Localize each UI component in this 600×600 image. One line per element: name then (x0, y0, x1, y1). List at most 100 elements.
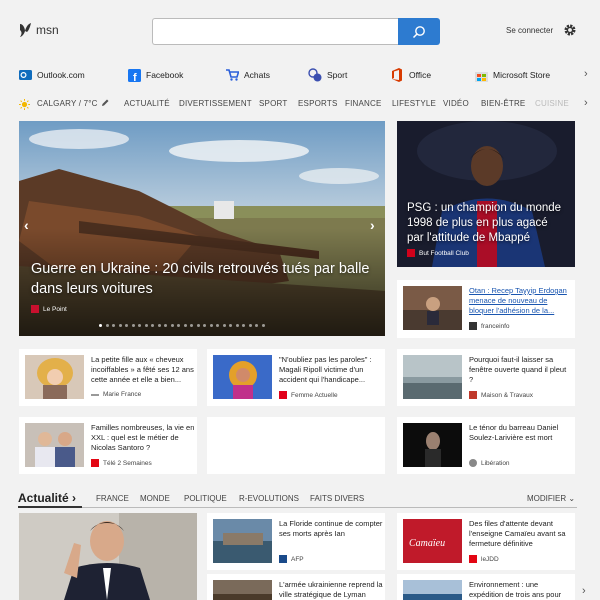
signin-link[interactable]: Se connecter (506, 26, 553, 35)
news-card[interactable]: Le ténor du barreau Daniel Soulez-Larivi… (397, 417, 575, 474)
quicklink-office[interactable]: Office (390, 68, 431, 82)
nav-chevron-right-icon[interactable]: › (584, 97, 588, 109)
nav-item-video[interactable]: VIDÉO (443, 99, 469, 108)
carousel-dot[interactable] (138, 324, 141, 327)
carousel-dot[interactable] (209, 324, 213, 327)
news-card[interactable]: L'armée ukrainienne reprend la ville str… (207, 574, 385, 600)
search-input[interactable] (152, 18, 398, 45)
carousel-dot[interactable] (255, 324, 258, 327)
news-card[interactable]: La petite fille aux « cheveux incoiffabl… (19, 349, 197, 406)
psg-headline[interactable]: PSG : un champion du monde 1998 de plus … (407, 201, 567, 246)
carousel-next-button[interactable]: › (370, 217, 375, 233)
news-card[interactable]: "N'oubliez pas les paroles" : Magali Rip… (207, 349, 385, 406)
news-source: Libération (469, 459, 510, 467)
carousel-dot[interactable] (105, 324, 109, 327)
facebook-icon: f (127, 68, 141, 82)
carousel-dot[interactable] (190, 324, 193, 327)
quicklink-store[interactable]: Microsoft Store (474, 68, 550, 82)
news-card[interactable]: La Floride continue de compter ses morts… (207, 513, 385, 570)
quicklink-sport[interactable]: Sport (308, 68, 347, 82)
hero-source: Le Point (31, 305, 67, 313)
section-tab-france[interactable]: FRANCE (96, 494, 129, 503)
carousel-dot[interactable] (144, 324, 148, 327)
source-label: Femme Actuelle (291, 391, 338, 399)
psg-card[interactable]: PSG : un champion du monde 1998 de plus … (397, 121, 575, 267)
news-text[interactable]: L'armée ukrainienne reprend la ville str… (279, 580, 385, 600)
news-card[interactable]: Environnement : une expédition de trois … (397, 574, 575, 600)
carousel-dot[interactable] (248, 324, 252, 327)
news-text[interactable]: Le ténor du barreau Daniel Soulez-Larivi… (469, 423, 569, 443)
section-tab-faits-divers[interactable]: FAITS DIVERS (310, 494, 364, 503)
nav-item-esports[interactable]: ESPORTS (298, 99, 338, 108)
msn-logo[interactable]: msn (18, 22, 59, 38)
carousel-dot[interactable] (203, 324, 206, 327)
quicklink-facebook[interactable]: f Facebook (127, 68, 183, 82)
carousel-dot[interactable] (261, 324, 265, 327)
chevron-right-icon[interactable]: › (584, 68, 588, 80)
news-text[interactable]: Familles nombreuses, la vie en XXL : que… (91, 423, 197, 453)
news-text[interactable]: La petite fille aux « cheveux incoiffabl… (91, 355, 197, 385)
carousel-dot[interactable] (151, 324, 154, 327)
carousel-dot[interactable] (196, 324, 200, 327)
maison-travaux-logo-icon (469, 391, 477, 399)
section-chevron-icon: › (72, 491, 77, 505)
carousel-prev-button[interactable]: ‹ (24, 217, 29, 233)
section-modify-button[interactable]: MODIFIER ⌄ (527, 494, 575, 503)
news-text[interactable]: La Floride continue de compter ses morts… (279, 519, 385, 539)
carousel-dot[interactable] (164, 324, 167, 327)
nav-item-cuisine[interactable]: CUISINE (535, 99, 569, 108)
svg-text:Camaïeu: Camaïeu (409, 538, 445, 549)
pencil-icon[interactable] (101, 99, 109, 107)
section-title[interactable]: Actualité › (18, 491, 76, 505)
sun-icon (19, 99, 30, 110)
carousel-dot[interactable] (99, 324, 102, 327)
quicklink-outlook[interactable]: Outlook.com (18, 68, 85, 82)
weather-location[interactable]: CALGARY / 7°C (37, 99, 98, 108)
gear-icon[interactable] (563, 23, 577, 37)
news-text[interactable]: Pourquoi faut-il laisser sa fenêtre ouve… (469, 355, 569, 385)
section-tab-r-evolutions[interactable]: R-EVOLUTIONS (239, 494, 299, 503)
nav-item-bien-etre[interactable]: BIEN-ÊTRE (481, 99, 525, 108)
carousel-dot[interactable] (222, 324, 226, 327)
section-divider (18, 507, 577, 508)
sport-icon (308, 68, 322, 82)
section-tab-monde[interactable]: MONDE (140, 494, 170, 503)
hero-headline[interactable]: Guerre en Ukraine : 20 civils retrouvés … (31, 259, 376, 299)
section-tab-politique[interactable]: POLITIQUE (184, 494, 227, 503)
carousel-dot[interactable] (242, 324, 245, 327)
news-thumbnail (213, 580, 272, 600)
carousel-dot[interactable] (235, 324, 239, 327)
carousel-dot[interactable] (112, 324, 115, 327)
news-card[interactable]: Camaïeu Des files d'attente devant l'ens… (397, 513, 575, 570)
carousel-dot[interactable] (216, 324, 219, 327)
nav-item-sport[interactable]: SPORT (259, 99, 287, 108)
nav-item-divertissement[interactable]: DIVERTISSEMENT (179, 99, 252, 108)
carousel-dot[interactable] (177, 324, 180, 327)
carousel-dot[interactable] (125, 324, 128, 327)
scroll-right-icon[interactable]: › (582, 585, 586, 597)
news-text[interactable]: Environnement : une expédition de trois … (469, 580, 569, 600)
carousel-dot[interactable] (118, 324, 122, 327)
carousel-dot[interactable] (157, 324, 161, 327)
news-card[interactable]: Pourquoi faut-il laisser sa fenêtre ouve… (397, 349, 575, 406)
quicklink-achats[interactable]: Achats (225, 68, 270, 82)
hero-carousel[interactable]: ‹ › Guerre en Ukraine : 20 civils retrou… (19, 121, 385, 336)
news-text[interactable]: Des files d'attente devant l'enseigne Ca… (469, 519, 569, 549)
news-card[interactable]: Familles nombreuses, la vie en XXL : que… (19, 417, 197, 474)
news-card[interactable]: Otan : Recep Tayyip Erdogan menace de no… (397, 280, 575, 338)
carousel-dots[interactable] (99, 324, 265, 327)
nav-item-lifestyle[interactable]: LIFESTYLE (392, 99, 436, 108)
nav-item-actualite[interactable]: ACTUALITÉ (124, 99, 170, 108)
carousel-dot[interactable] (229, 324, 232, 327)
news-feature-card[interactable] (19, 513, 197, 600)
tele2semaines-logo-icon (91, 459, 99, 467)
source-label: Marie France (103, 391, 142, 398)
carousel-dot[interactable] (183, 324, 187, 327)
nav-item-finance[interactable]: FINANCE (345, 99, 382, 108)
news-text[interactable]: Otan : Recep Tayyip Erdogan menace de no… (469, 286, 569, 316)
carousel-dot[interactable] (131, 324, 135, 327)
news-text[interactable]: "N'oubliez pas les paroles" : Magali Rip… (279, 355, 384, 385)
carousel-dot[interactable] (170, 324, 174, 327)
search-button[interactable] (398, 18, 440, 45)
news-source: Maison & Travaux (469, 391, 533, 399)
